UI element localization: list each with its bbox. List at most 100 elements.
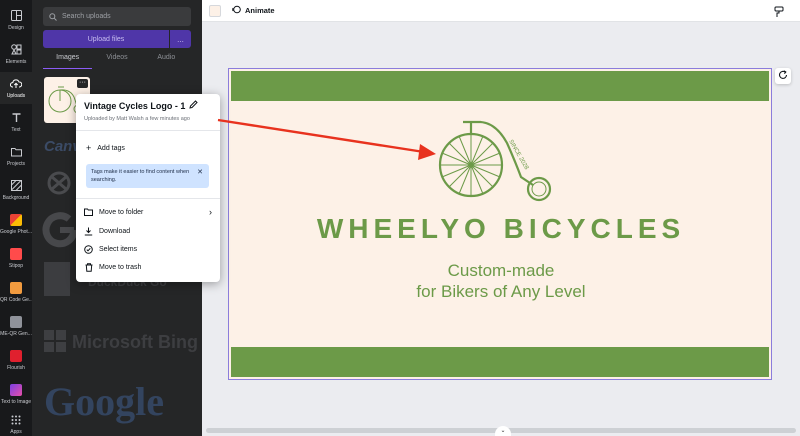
menu-item-label: Move to trash	[99, 263, 142, 271]
layout-icon	[10, 10, 22, 22]
upload-more-button[interactable]: ...	[170, 30, 191, 48]
rail-item-design[interactable]: Design	[0, 4, 32, 36]
canva-editor: Design Elements Uploads Text Projects Ba…	[0, 0, 800, 436]
divider	[76, 198, 220, 199]
bing-logo-thumb[interactable]: Microsoft Bing	[72, 332, 198, 353]
folder-move-icon	[84, 208, 93, 217]
folder-icon	[10, 146, 22, 158]
download-icon	[84, 227, 93, 236]
openai-logo-thumb[interactable]	[44, 168, 74, 203]
stipop-icon	[10, 247, 22, 260]
rail-item-qr-code[interactable]: QR Code Ge...	[0, 276, 32, 308]
editor-toolbar: Animate	[202, 0, 800, 22]
chevron-right-icon: ›	[209, 207, 212, 217]
rail-item-uploads[interactable]: Uploads	[0, 72, 32, 104]
add-tags-label: Add tags	[97, 144, 125, 152]
refresh-icon	[778, 67, 788, 85]
media-tabs: Images Videos Audio	[43, 54, 191, 68]
flourish-icon	[10, 349, 22, 362]
text-icon	[10, 112, 22, 124]
rail-label: Uploads	[6, 92, 26, 99]
rail-label: Projects	[6, 160, 26, 167]
top-green-band	[231, 71, 769, 101]
qr-code-icon	[10, 281, 22, 294]
rail-label: Stipop	[8, 262, 24, 269]
rail-item-text[interactable]: Text	[0, 106, 32, 138]
rail-item-projects[interactable]: Projects	[0, 140, 32, 172]
upload-subtitle: Uploaded by Matt Walsh a few minutes ago	[84, 116, 190, 122]
google-logo-thumb[interactable]: Google	[44, 378, 164, 425]
google-photos-icon	[10, 213, 22, 226]
download-item[interactable]: Download	[84, 224, 212, 238]
rail-item-me-qr[interactable]: ME-QR Gen...	[0, 310, 32, 342]
rail-label: QR Code Ge...	[0, 296, 32, 303]
rail-label: Flourish	[7, 364, 25, 371]
bottom-green-band	[231, 347, 769, 377]
tab-videos[interactable]: Videos	[92, 54, 141, 68]
paint-roller-icon[interactable]	[774, 5, 784, 23]
rail-item-flourish[interactable]: Flourish	[0, 344, 32, 376]
rail-label: Apps	[10, 428, 22, 435]
divider	[76, 130, 220, 131]
rail-label: Background	[2, 194, 30, 201]
select-items-item[interactable]: Select items	[84, 242, 212, 256]
collapse-notes-handle[interactable]: ⌄	[495, 426, 511, 436]
tagline-line-1: Custom-made	[447, 261, 555, 280]
since-badge: SINCE 2028	[507, 139, 529, 171]
background-icon	[10, 180, 22, 192]
rail-label: ME-QR Gen...	[0, 330, 32, 337]
refresh-page-button[interactable]	[775, 68, 791, 84]
add-tags-button[interactable]: + Add tags	[86, 143, 125, 153]
upload-title: Vintage Cycles Logo - 1	[84, 100, 186, 111]
upload-files-button[interactable]: Upload files	[43, 30, 169, 48]
pencil-icon[interactable]	[189, 100, 199, 111]
active-tab-indicator	[43, 68, 92, 69]
animate-button[interactable]: Animate	[232, 5, 275, 16]
animate-label: Animate	[245, 6, 275, 15]
check-circle-icon	[84, 244, 93, 254]
move-to-trash-item[interactable]: Move to trash	[84, 260, 212, 274]
menu-item-label: Select items	[99, 245, 138, 253]
move-to-folder-item[interactable]: Move to folder ›	[84, 205, 212, 219]
brand-title: WHEELYO BICYCLES	[316, 213, 686, 244]
close-icon[interactable]: ✕	[197, 169, 203, 177]
left-rail: Design Elements Uploads Text Projects Ba…	[0, 0, 32, 436]
rail-item-text-to-image[interactable]: Text to Image	[0, 378, 32, 410]
tab-images[interactable]: Images	[43, 54, 92, 68]
thumbnail-more-button[interactable]: ···	[77, 79, 88, 88]
plus-icon: +	[86, 143, 92, 153]
rail-label: Google Phot...	[0, 228, 32, 235]
person-thumb[interactable]	[44, 262, 70, 296]
rail-item-apps[interactable]: Apps	[0, 408, 32, 436]
design-page[interactable]: SINCE 2028 WHEELYO BICYCLES Custom-made …	[228, 68, 772, 380]
tags-tip: Tags make it easier to find content when…	[86, 164, 209, 188]
upload-title-row: Vintage Cycles Logo - 1	[84, 100, 199, 111]
rail-label: Elements	[5, 58, 27, 65]
google-g-thumb[interactable]	[42, 210, 78, 255]
tagline-line-2: for Bikers of Any Level	[416, 282, 586, 301]
animate-icon	[232, 5, 241, 16]
tags-tip-text: Tags make it easier to find content when…	[91, 169, 190, 183]
rail-label: Text	[11, 126, 21, 133]
trash-icon	[84, 262, 93, 272]
menu-item-label: Move to folder	[99, 208, 144, 216]
search-placeholder: Search uploads	[62, 13, 111, 20]
rail-label: Design	[8, 24, 24, 31]
tab-audio[interactable]: Audio	[142, 54, 191, 68]
rail-item-background[interactable]: Background	[0, 174, 32, 206]
penny-farthing-logo: SINCE 2028	[438, 120, 552, 202]
cloud-upload-icon	[10, 78, 22, 90]
rail-item-stipop[interactable]: Stipop	[0, 242, 32, 274]
rail-item-google-photos[interactable]: Google Phot...	[0, 208, 32, 240]
search-input[interactable]: Search uploads	[43, 7, 191, 26]
apps-grid-icon	[10, 414, 22, 426]
me-qr-icon	[10, 315, 22, 328]
text-to-image-icon	[10, 383, 22, 396]
windows-logo-thumb[interactable]	[44, 330, 66, 357]
rail-item-elements[interactable]: Elements	[0, 38, 32, 70]
menu-item-label: Download	[99, 227, 131, 235]
rail-label: Text to Image	[0, 398, 31, 405]
background-color-swatch[interactable]	[209, 5, 221, 17]
search-icon	[49, 8, 57, 26]
upload-context-menu: Vintage Cycles Logo - 1 Uploaded by Matt…	[76, 94, 220, 282]
